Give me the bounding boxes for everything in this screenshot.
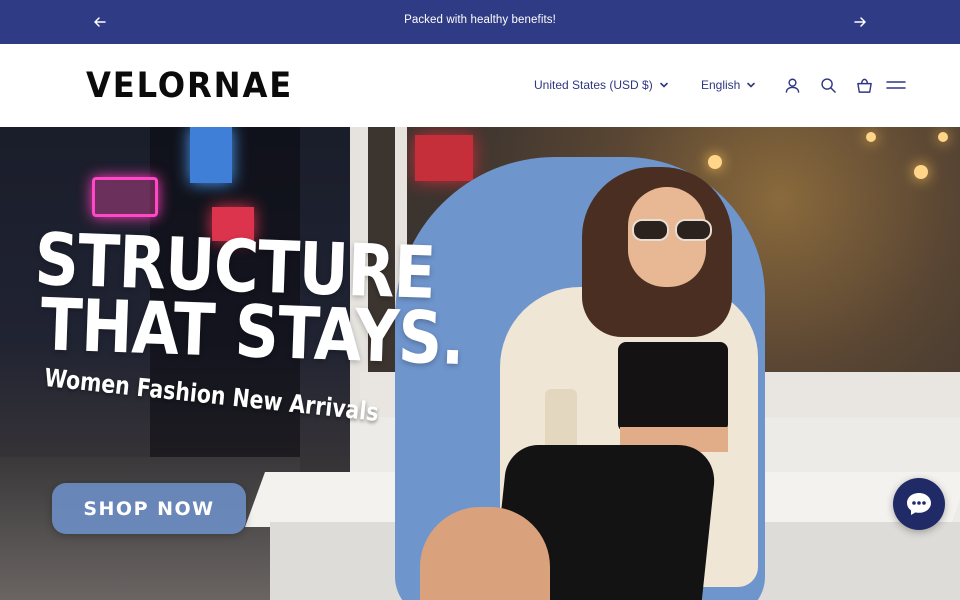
model-top	[618, 342, 728, 432]
search-icon[interactable]	[818, 75, 838, 95]
chevron-down-icon	[747, 82, 756, 88]
neon-sign	[190, 127, 232, 183]
cafe-lamp	[914, 165, 928, 179]
cafe-lamp	[708, 155, 722, 169]
site-header: VELORNAE United States (USD $) English	[0, 44, 960, 127]
shop-now-button[interactable]: SHOP NOW	[52, 483, 246, 534]
cafe-lamp	[866, 132, 876, 142]
arrow-right-icon[interactable]	[850, 12, 870, 32]
menu-icon[interactable]	[886, 75, 906, 95]
neon-sign	[92, 177, 158, 217]
hero-headline: STRUCTURE THAT STAYS.	[31, 217, 541, 381]
chat-button[interactable]	[893, 478, 945, 530]
hero-headline-line2: THAT STAYS.	[39, 282, 466, 381]
language-selector-label: English	[701, 78, 741, 92]
cart-icon[interactable]	[854, 75, 874, 95]
brand-logo[interactable]: VELORNAE	[86, 66, 293, 106]
announcement-message: Packed with healthy benefits!	[404, 14, 556, 26]
language-selector[interactable]: English	[701, 78, 756, 92]
neon-sign	[415, 135, 473, 181]
account-icon[interactable]	[782, 75, 802, 95]
chevron-down-icon	[659, 82, 668, 88]
country-selector[interactable]: United States (USD $)	[534, 78, 669, 92]
chat-bubble-icon	[907, 493, 931, 515]
country-selector-label: United States (USD $)	[534, 78, 653, 92]
sunglasses	[632, 219, 712, 241]
announcement-bar: Packed with healthy benefits!	[0, 0, 960, 44]
hero-banner: STRUCTURE THAT STAYS. Women Fashion New …	[0, 127, 960, 600]
cafe-lamp	[938, 132, 948, 142]
